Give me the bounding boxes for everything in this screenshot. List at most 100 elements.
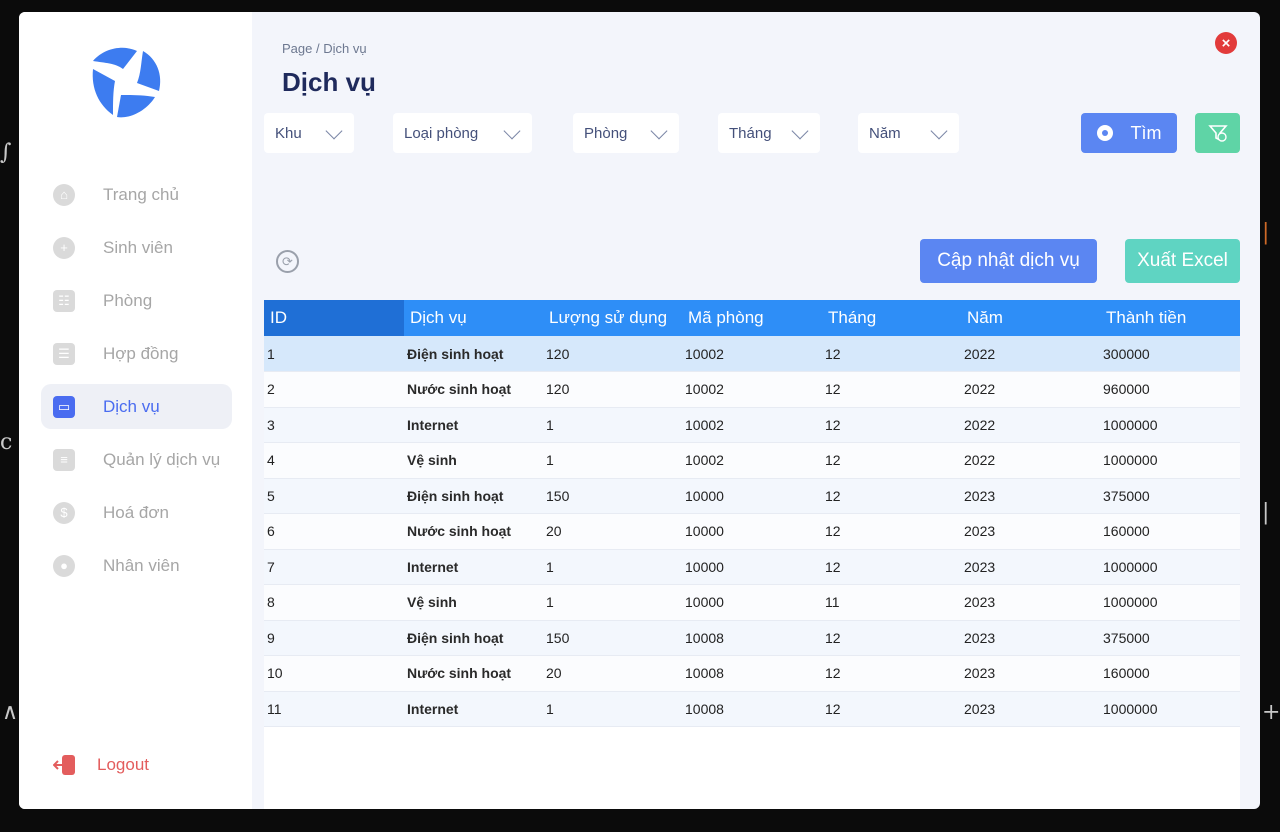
table-row[interactable]: 7 Internet 1 10000 12 2023 1000000: [264, 549, 1240, 585]
filter-khu-select[interactable]: Khu: [264, 113, 354, 153]
cell-usage: 150: [546, 629, 570, 646]
cell-id: 4: [267, 452, 275, 469]
sidebar-item-label: Nhân viên: [103, 555, 180, 575]
refresh-button[interactable]: ⟳: [276, 250, 299, 273]
cell-room: 10002: [685, 452, 724, 469]
cell-month: 12: [825, 416, 841, 433]
table-row[interactable]: 6 Nước sinh hoạt 20 10000 12 2023 160000: [264, 513, 1240, 549]
table-row[interactable]: 10 Nước sinh hoạt 20 10008 12 2023 160000: [264, 655, 1240, 691]
cell-year: 2023: [964, 629, 996, 646]
table-row[interactable]: 9 Điện sinh hoạt 150 10008 12 2023 375000: [264, 620, 1240, 656]
filter-clear-icon: [1207, 125, 1228, 142]
sidebar-item-invoices[interactable]: $ Hoá đơn: [41, 490, 232, 535]
filter-month-select[interactable]: Tháng: [718, 113, 820, 153]
sidebar-item-home[interactable]: ⌂ Trang chủ: [41, 172, 232, 217]
logout-button[interactable]: Logout: [53, 754, 149, 776]
app-window: ⌂ Trang chủ + Sinh viên ☷ Phòng ☰ Hợp đồ…: [19, 12, 1260, 809]
cell-room: 10002: [685, 416, 724, 433]
clear-filter-button[interactable]: [1195, 113, 1240, 153]
logout-label: Logout: [97, 755, 149, 774]
filter-room-type-select[interactable]: Loại phòng: [393, 113, 532, 153]
cell-service: Nước sinh hoạt: [407, 523, 512, 540]
logout-icon: [53, 755, 75, 775]
cell-amount: 1000000: [1103, 452, 1158, 469]
services-table: ID Dịch vụ Lượng sử dụng Mã phòng Tháng …: [264, 300, 1240, 809]
sidebar-item-rooms[interactable]: ☷ Phòng: [41, 278, 232, 323]
cell-room: 10002: [685, 381, 724, 398]
cell-year: 2023: [964, 700, 996, 717]
column-header[interactable]: Mã phòng: [682, 300, 822, 336]
table-row[interactable]: 11 Internet 1 10008 12 2023 1000000: [264, 691, 1240, 727]
cell-amount: 1000000: [1103, 416, 1158, 433]
cell-month: 12: [825, 629, 841, 646]
update-services-button[interactable]: Cập nhật dịch vụ: [920, 239, 1097, 283]
close-button[interactable]: ×: [1215, 32, 1237, 54]
cell-id: 10: [267, 665, 283, 682]
cell-month: 12: [825, 345, 841, 362]
sidebar: ⌂ Trang chủ + Sinh viên ☷ Phòng ☰ Hợp đồ…: [19, 12, 252, 809]
table-row[interactable]: 2 Nước sinh hoạt 120 10002 12 2022 960000: [264, 371, 1240, 407]
sidebar-item-services[interactable]: ▭ Dịch vụ: [41, 384, 232, 429]
sidebar-item-contracts[interactable]: ☰ Hợp đồng: [41, 331, 232, 376]
sidebar-item-service-management[interactable]: ≡ Quản lý dịch vụ: [41, 437, 232, 482]
cell-year: 2023: [964, 665, 996, 682]
sidebar-item-staff[interactable]: ● Nhân viên: [41, 543, 232, 588]
column-header[interactable]: Lượng sử dụng: [543, 300, 682, 336]
table-row[interactable]: 8 Vệ sinh 1 10000 11 2023 1000000: [264, 584, 1240, 620]
table-row[interactable]: 4 Vệ sinh 1 10002 12 2022 1000000: [264, 442, 1240, 478]
cell-id: 1: [267, 345, 275, 362]
filter-room-select[interactable]: Phòng: [573, 113, 679, 153]
cell-usage: 150: [546, 487, 570, 504]
column-header[interactable]: Năm: [961, 300, 1100, 336]
cell-amount: 375000: [1103, 629, 1150, 646]
sidebar-item-label: Phòng: [103, 290, 153, 310]
cell-id: 2: [267, 381, 275, 398]
cell-usage: 1: [546, 594, 554, 611]
cell-id: 9: [267, 629, 275, 646]
cell-room: 10008: [685, 700, 724, 717]
cell-year: 2022: [964, 452, 996, 469]
dollar-icon: $: [53, 501, 75, 524]
sidebar-item-students[interactable]: + Sinh viên: [41, 225, 232, 270]
cell-id: 8: [267, 594, 275, 611]
cell-room: 10000: [685, 594, 724, 611]
cell-service: Nước sinh hoạt: [407, 665, 512, 682]
chalk-doodle: c: [0, 430, 13, 455]
cell-room: 10008: [685, 665, 724, 682]
column-header[interactable]: ID: [264, 300, 404, 336]
cell-month: 12: [825, 700, 841, 717]
chevron-down-icon: [930, 122, 948, 140]
column-header[interactable]: Thành tiền: [1100, 300, 1240, 336]
cell-year: 2023: [964, 523, 996, 540]
table-row[interactable]: 5 Điện sinh hoạt 150 10000 12 2023 375000: [264, 478, 1240, 514]
column-header[interactable]: Dịch vụ: [404, 300, 543, 336]
cell-month: 12: [825, 665, 841, 682]
credit-card-icon: ▭: [53, 395, 75, 418]
cell-amount: 375000: [1103, 487, 1150, 504]
chevron-down-icon: [325, 122, 343, 140]
table-row[interactable]: 3 Internet 1 10002 12 2022 1000000: [264, 407, 1240, 443]
filter-year-select[interactable]: Năm: [858, 113, 959, 153]
cell-usage: 1: [546, 558, 554, 575]
table-row[interactable]: 1 Điện sinh hoạt 120 10002 12 2022 300000: [264, 336, 1240, 372]
home-icon: ⌂: [53, 183, 75, 206]
cell-id: 6: [267, 523, 275, 540]
cell-amount: 160000: [1103, 665, 1150, 682]
search-button[interactable]: Tìm: [1081, 113, 1177, 153]
filter-room-label: Phòng: [584, 124, 628, 142]
cell-amount: 960000: [1103, 381, 1150, 398]
cell-month: 11: [825, 594, 840, 611]
cell-service: Điện sinh hoạt: [407, 629, 504, 646]
receipt-icon: ≡: [53, 448, 75, 471]
export-excel-button[interactable]: Xuất Excel: [1125, 239, 1240, 283]
grid-icon: ☷: [53, 289, 75, 312]
cell-amount: 1000000: [1103, 594, 1158, 611]
sidebar-item-label: Hợp đồng: [103, 343, 179, 363]
cell-year: 2023: [964, 594, 996, 611]
cell-year: 2022: [964, 381, 996, 398]
sidebar-item-label: Hoá đơn: [103, 502, 169, 522]
column-header[interactable]: Tháng: [822, 300, 961, 336]
cell-id: 5: [267, 487, 275, 504]
chalk-doodle: +: [1262, 700, 1280, 725]
cell-id: 11: [267, 700, 282, 717]
